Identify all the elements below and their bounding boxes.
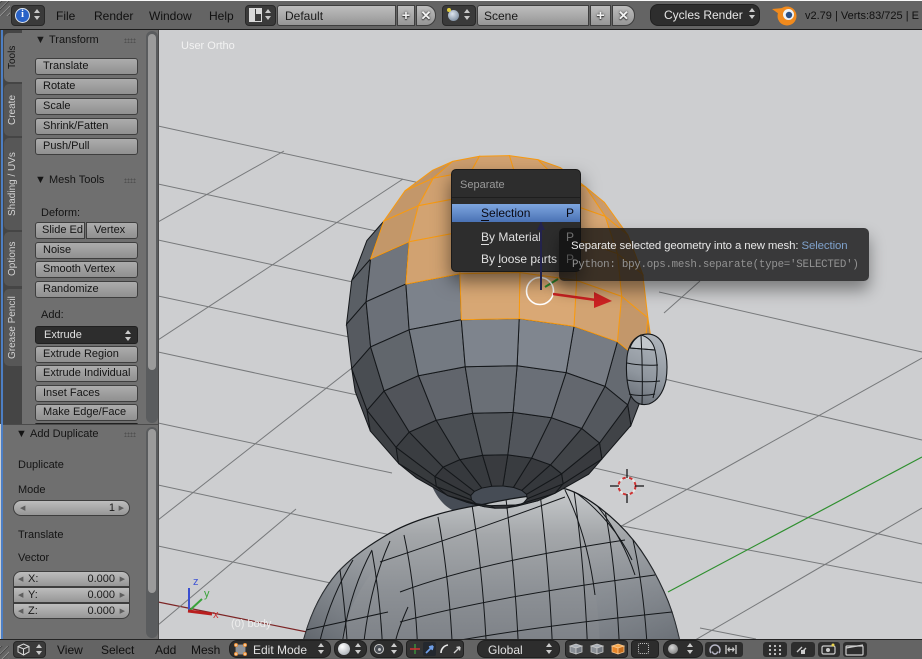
svg-text:User Ortho: User Ortho (181, 40, 235, 52)
svg-text:z: z (193, 576, 199, 588)
svg-text:x: x (213, 609, 219, 621)
svg-text:y: y (204, 588, 210, 600)
svg-text:(0) body: (0) body (231, 618, 272, 630)
